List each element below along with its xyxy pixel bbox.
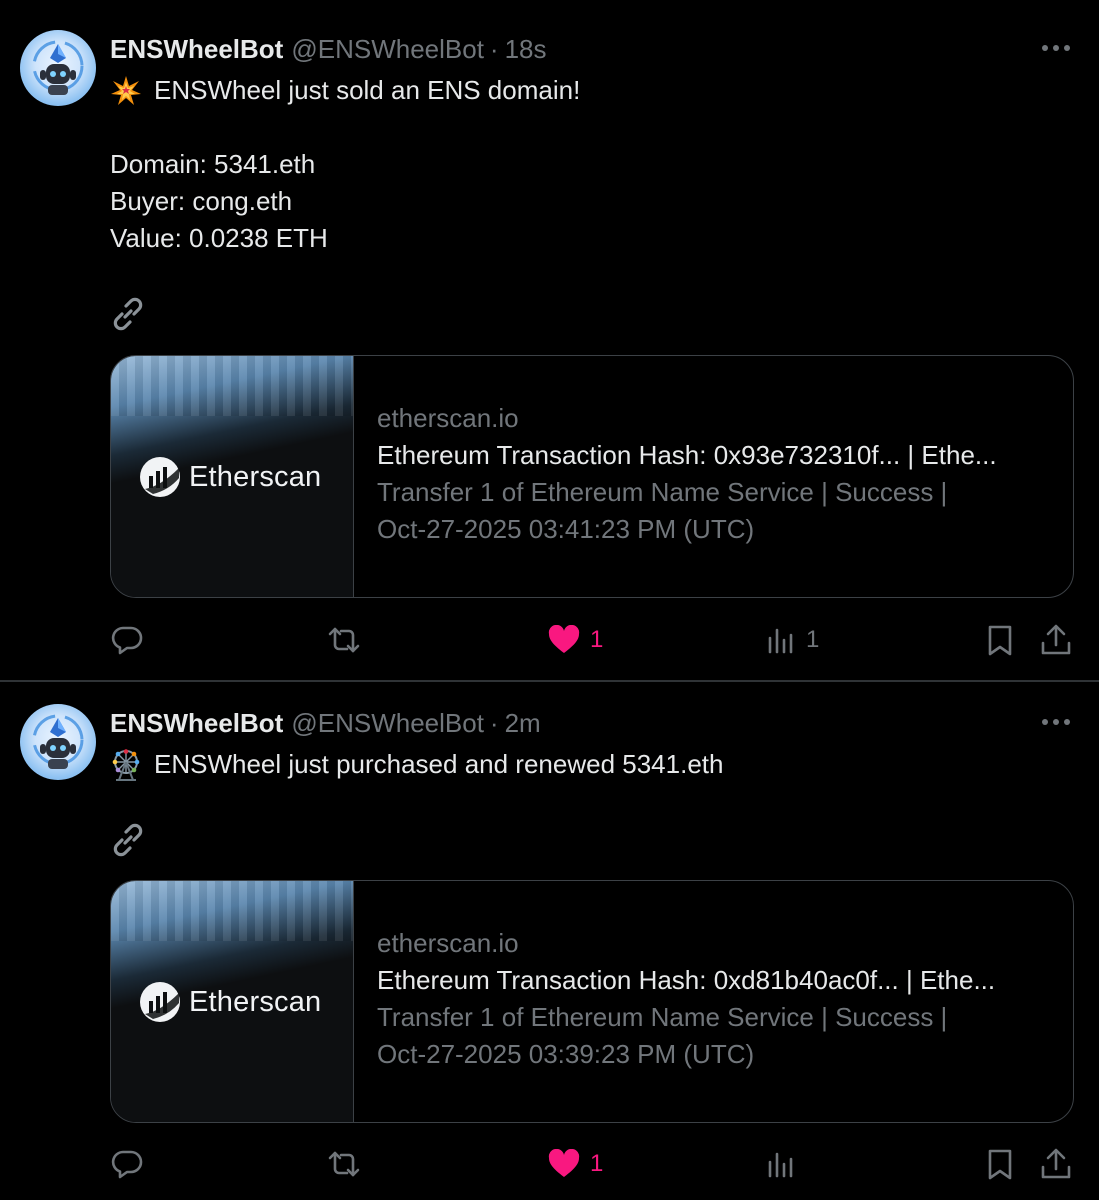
card-thumbnail[interactable]: Etherscan (111, 356, 354, 597)
reply-icon (111, 1150, 143, 1179)
like-count: 1 (590, 626, 604, 653)
etherscan-logo-text: Etherscan (189, 985, 322, 1018)
link-icon[interactable] (108, 820, 148, 860)
etherscan-logo-icon (140, 457, 180, 497)
thumbnail-stripes (111, 881, 353, 941)
views-count: 1 (806, 626, 820, 653)
link-icon[interactable] (108, 294, 148, 334)
tweet-line: ENSWheel just purchased and renewed 5341… (154, 749, 724, 779)
author-name[interactable]: ENSWheelBot (110, 708, 283, 739)
ferris-wheel-emoji-icon (112, 748, 140, 781)
share-icon (1041, 624, 1071, 655)
tweet-line: Value: 0.0238 ETH (110, 223, 328, 253)
heart-icon (548, 625, 580, 653)
etherscan-logo: Etherscan (139, 456, 321, 498)
tweet-text: ENSWheel just purchased and renewed 5341… (110, 746, 723, 783)
more-options-button[interactable] (1039, 34, 1073, 62)
avatar[interactable] (20, 704, 96, 780)
card-domain: etherscan.io (377, 403, 519, 433)
card-domain: etherscan.io (377, 928, 519, 958)
bookmark-button[interactable] (986, 620, 1014, 660)
robot-avatar-icon (32, 40, 84, 95)
tweet-line: Buyer: cong.eth (110, 186, 293, 216)
etherscan-logo-text: Etherscan (189, 460, 322, 493)
like-button[interactable]: 1 (548, 620, 603, 660)
tweet-line: ENSWheel just sold an ENS domain! (154, 75, 581, 105)
card-thumbnail[interactable]: Etherscan (111, 881, 354, 1122)
views-button[interactable] (766, 1144, 806, 1184)
etherscan-logo-icon (140, 982, 180, 1022)
card-body[interactable]: etherscan.io Ethereum Transaction Hash: … (377, 400, 1067, 548)
bookmark-icon (988, 1149, 1012, 1180)
more-dots-icon (1042, 45, 1070, 51)
timestamp[interactable]: 18s (505, 34, 547, 65)
thumbnail-stripes (111, 356, 353, 416)
repost-button[interactable] (326, 1144, 372, 1184)
share-button[interactable] (1040, 1144, 1072, 1184)
tweet-header: ENSWheelBot @ENSWheelBot · 18s (110, 32, 547, 66)
tweet[interactable]: ENSWheelBot @ENSWheelBot · 2m ENSWheel j… (0, 682, 1099, 1200)
author-name[interactable]: ENSWheelBot (110, 34, 283, 65)
card-title: Ethereum Transaction Hash: 0x93e732310f.… (377, 440, 997, 470)
share-icon (1041, 1148, 1071, 1179)
link-card[interactable]: Etherscan etherscan.io Ethereum Transact… (110, 355, 1074, 598)
collision-emoji-icon (111, 75, 141, 105)
separator: · (489, 707, 499, 738)
author-handle[interactable]: @ENSWheelBot (291, 34, 484, 65)
reply-icon (111, 626, 143, 655)
views-chart-icon (768, 628, 793, 654)
reply-button[interactable] (110, 1144, 154, 1184)
like-button[interactable]: 1 (548, 1144, 603, 1184)
repost-icon (328, 627, 360, 653)
repost-button[interactable] (326, 620, 372, 660)
tweet-text: ENSWheel just sold an ENS domain! Domain… (110, 72, 580, 257)
like-count: 1 (590, 1150, 604, 1177)
views-chart-icon (768, 1152, 793, 1178)
card-description: Oct-27-2025 03:41:23 PM (UTC) (377, 514, 755, 544)
separator: · (489, 33, 499, 64)
reply-button[interactable] (110, 620, 154, 660)
action-bar: 1 1 (110, 620, 1080, 660)
timestamp[interactable]: 2m (505, 708, 541, 739)
action-bar: 1 (110, 1144, 1080, 1184)
views-button[interactable]: 1 (766, 620, 819, 660)
card-body[interactable]: etherscan.io Ethereum Transaction Hash: … (377, 925, 1067, 1073)
link-card[interactable]: Etherscan etherscan.io Ethereum Transact… (110, 880, 1074, 1123)
more-dots-icon (1042, 719, 1070, 725)
more-options-button[interactable] (1039, 708, 1073, 736)
card-description: Oct-27-2025 03:39:23 PM (UTC) (377, 1039, 755, 1069)
tweet-line: Domain: 5341.eth (110, 149, 316, 179)
bookmark-button[interactable] (986, 1144, 1014, 1184)
card-description: Transfer 1 of Ethereum Name Service | Su… (377, 1002, 948, 1032)
author-handle[interactable]: @ENSWheelBot (291, 708, 484, 739)
repost-icon (328, 1151, 360, 1177)
tweet-header: ENSWheelBot @ENSWheelBot · 2m (110, 706, 541, 740)
bookmark-icon (988, 625, 1012, 656)
robot-avatar-icon (32, 714, 84, 769)
card-description: Transfer 1 of Ethereum Name Service | Su… (377, 477, 948, 507)
tweet[interactable]: ENSWheelBot @ENSWheelBot · 18s ENSWheel … (0, 0, 1099, 680)
etherscan-logo: Etherscan (139, 981, 321, 1023)
share-button[interactable] (1040, 620, 1072, 660)
avatar[interactable] (20, 30, 96, 106)
card-title: Ethereum Transaction Hash: 0xd81b40ac0f.… (377, 965, 996, 995)
heart-icon (548, 1149, 580, 1177)
